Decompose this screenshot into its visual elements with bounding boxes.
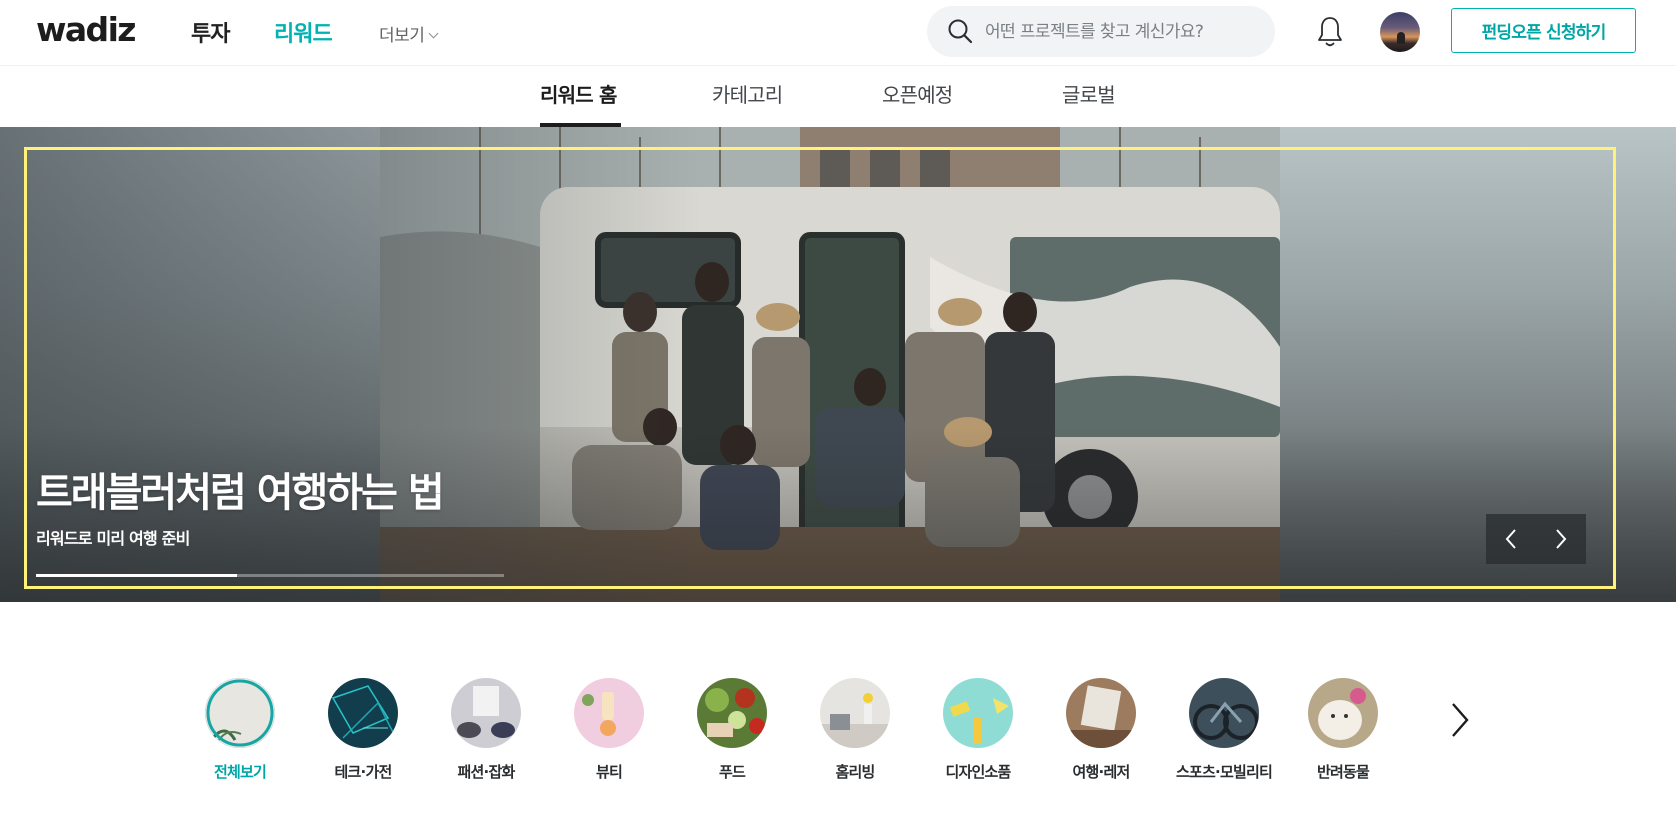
hero-title[interactable]: 트래블러처럼 여행하는 법 [36, 460, 445, 518]
category-label: 디자인소품 [945, 763, 1011, 781]
hero-arrow-controls [1486, 514, 1586, 564]
search-input[interactable] [985, 6, 1260, 57]
sports-mobility-thumbnail [1189, 678, 1259, 748]
category-all[interactable]: 전체보기 [180, 678, 300, 788]
avatar[interactable] [1380, 12, 1420, 52]
category-label: 테크·가전 [334, 763, 393, 781]
home-living-thumbnail [820, 678, 890, 748]
category-travel-leisure[interactable]: 여행·레저 [1041, 678, 1161, 788]
category-fashion[interactable]: 패션·잡화 [426, 678, 546, 788]
category-label: 반려동물 [1316, 763, 1370, 781]
chevron-right-icon[interactable] [1445, 700, 1475, 740]
travel-leisure-thumbnail [1066, 678, 1136, 748]
category-strip: 전체보기 테크·가전 패션·잡화 뷰티 푸드 홈리빙 디자인소품 여행·레저 스… [0, 602, 1676, 828]
wadiz-logo[interactable]: wadiz [36, 10, 137, 49]
search-box[interactable] [927, 6, 1275, 57]
hero-next-button[interactable] [1536, 514, 1586, 564]
food-thumbnail [697, 678, 767, 748]
search-icon[interactable] [947, 18, 973, 44]
tab-reward-home[interactable]: 리워드 홈 [540, 79, 621, 127]
chevron-right-icon [1556, 529, 1567, 549]
nav-invest[interactable]: 투자 [191, 16, 230, 48]
category-label: 홈리빙 [835, 763, 875, 781]
funding-open-button[interactable]: 펀딩오픈 신청하기 [1451, 8, 1636, 53]
category-label: 여행·레저 [1072, 763, 1131, 781]
all-thumbnail [205, 678, 275, 748]
category-design-goods[interactable]: 디자인소품 [918, 678, 1038, 788]
reward-subnav: 리워드 홈 카테고리 오픈예정 글로벌 [0, 66, 1676, 127]
hero-subtitle: 리워드로 미리 여행 준비 [36, 529, 190, 548]
hero-progress-bar [36, 574, 504, 577]
top-header: wadiz 투자 리워드 더보기 펀딩오픈 신청하기 [0, 0, 1676, 66]
nav-more-label: 더보기 [379, 26, 425, 46]
tab-upcoming[interactable]: 오픈예정 [882, 79, 953, 127]
category-beauty[interactable]: 뷰티 [549, 678, 669, 788]
category-home-living[interactable]: 홈리빙 [795, 678, 915, 788]
fashion-thumbnail [451, 678, 521, 748]
bell-icon[interactable] [1315, 15, 1345, 49]
nav-more-menu[interactable]: 더보기 [379, 21, 439, 46]
hero-banner[interactable]: 트래블러처럼 여행하는 법 리워드로 미리 여행 준비 [0, 127, 1676, 602]
category-label: 푸드 [718, 763, 746, 781]
category-pets[interactable]: 반려동물 [1283, 678, 1403, 788]
category-label: 패션·잡화 [457, 763, 516, 781]
tab-category[interactable]: 카테고리 [712, 79, 783, 127]
beauty-thumbnail [574, 678, 644, 748]
category-tech[interactable]: 테크·가전 [303, 678, 423, 788]
hero-progress-fill [36, 574, 238, 577]
design-goods-thumbnail [943, 678, 1013, 748]
chevron-down-icon [428, 28, 439, 39]
category-label: 전체보기 [213, 763, 267, 781]
category-label: 뷰티 [595, 763, 623, 781]
tech-thumbnail [328, 678, 398, 748]
chevron-left-icon [1505, 529, 1516, 549]
category-food[interactable]: 푸드 [672, 678, 792, 788]
pets-thumbnail [1308, 678, 1378, 748]
category-sports-mobility[interactable]: 스포츠·모빌리티 [1164, 678, 1284, 788]
tab-global[interactable]: 글로벌 [1062, 79, 1116, 127]
nav-reward[interactable]: 리워드 [274, 16, 333, 48]
hero-prev-button[interactable] [1486, 514, 1536, 564]
avatar-silhouette [1397, 32, 1405, 44]
